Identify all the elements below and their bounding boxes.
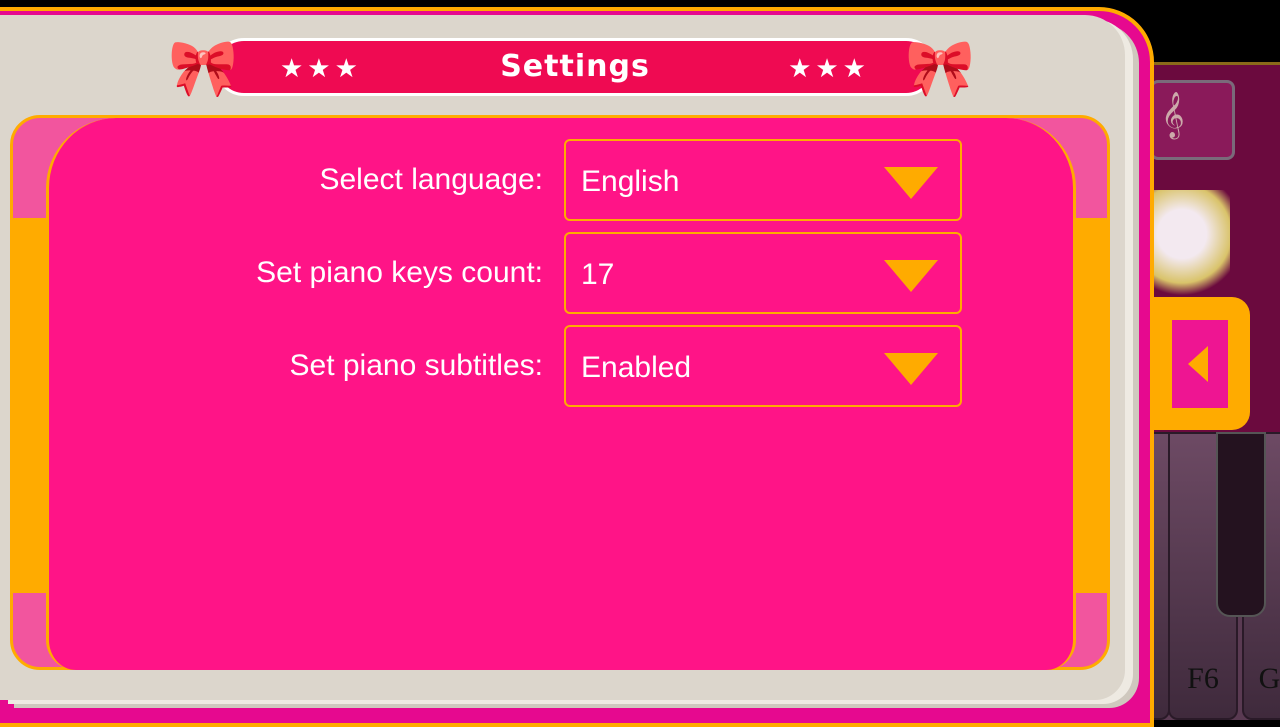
piano-black-key[interactable]: [1216, 432, 1266, 617]
triangle-down-icon: [884, 353, 938, 385]
title-bar: ★★★ Settings ★★★: [215, 38, 935, 96]
stars-icon: ★★★: [788, 53, 870, 83]
keys-count-dropdown[interactable]: 17: [564, 232, 962, 314]
keys-count-row: Set piano keys count: 17: [13, 232, 1113, 314]
subtitles-row: Set piano subtitles: Enabled: [13, 325, 1113, 407]
dropdown-value: English: [581, 165, 680, 198]
music-book-button[interactable]: 𝄞: [1150, 80, 1235, 160]
subtitles-dropdown[interactable]: Enabled: [564, 325, 962, 407]
unicorn-image: [1150, 190, 1230, 300]
dropdown-value: 17: [581, 258, 615, 291]
language-dropdown[interactable]: English: [564, 139, 962, 221]
music-book-icon: 𝄞: [1161, 93, 1185, 137]
dropdown-value: Enabled: [581, 351, 692, 384]
settings-panel: Select language: English Set piano keys …: [10, 115, 1110, 670]
language-label: Select language:: [319, 163, 543, 196]
triangle-down-icon: [884, 167, 938, 199]
subtitles-label: Set piano subtitles:: [289, 349, 544, 382]
bow-icon: 🎀: [168, 36, 238, 99]
bow-icon: 🎀: [905, 36, 975, 99]
language-row: Select language: English: [13, 139, 1113, 221]
side-tab: [1140, 297, 1250, 430]
back-button[interactable]: [1172, 320, 1228, 408]
keys-count-label: Set piano keys count:: [256, 256, 543, 289]
triangle-down-icon: [884, 260, 938, 292]
